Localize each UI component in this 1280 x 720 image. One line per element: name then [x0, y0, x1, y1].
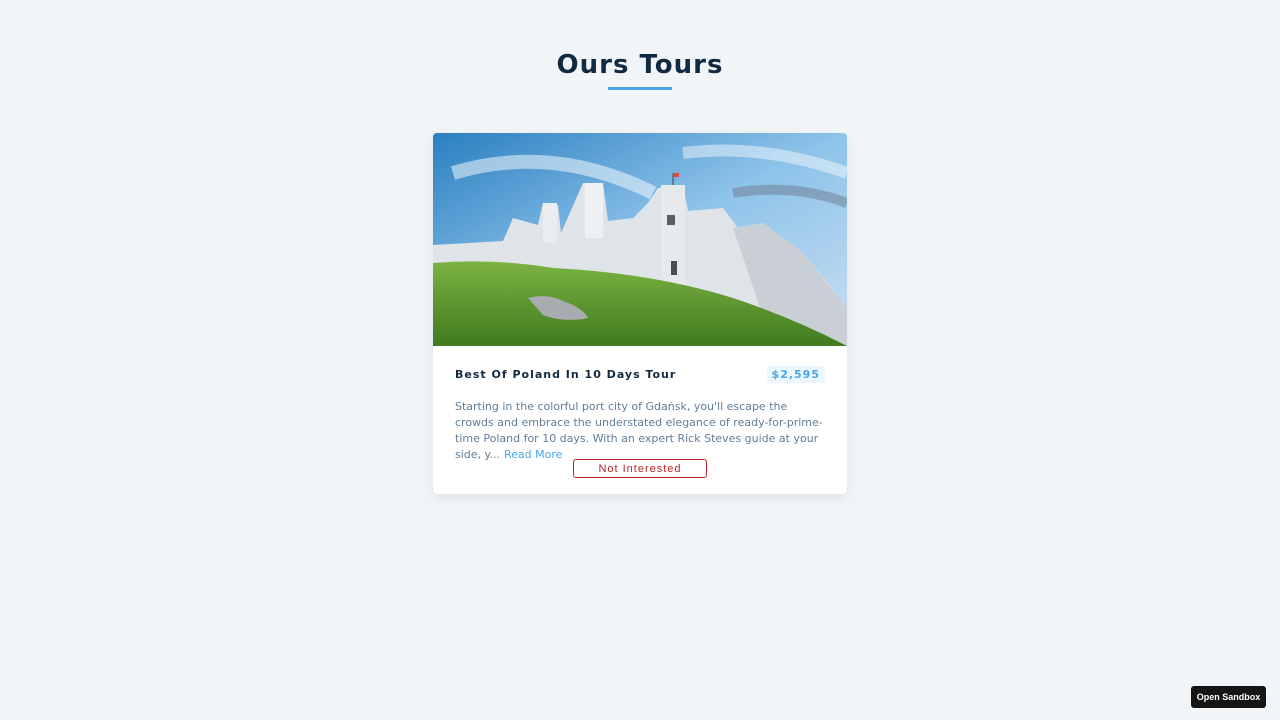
tours-page: Ours Tours Best Of Poland In 10 Days Tou… [0, 0, 1280, 720]
tour-image [433, 133, 847, 346]
page-title: Ours Tours [556, 50, 724, 80]
read-more-button[interactable]: Read More [504, 448, 562, 461]
tour-price: $2,595 [766, 366, 825, 383]
not-interested-button[interactable]: Not Interested [573, 459, 707, 478]
tour-info: Starting in the colorful port city of Gd… [455, 399, 825, 463]
title-underline [608, 87, 672, 90]
tour-name: Best Of Poland In 10 Days Tour [455, 368, 677, 381]
tour-card: Best Of Poland In 10 Days Tour $2,595 St… [433, 133, 847, 494]
open-sandbox-button[interactable]: Open Sandbox [1191, 686, 1266, 708]
